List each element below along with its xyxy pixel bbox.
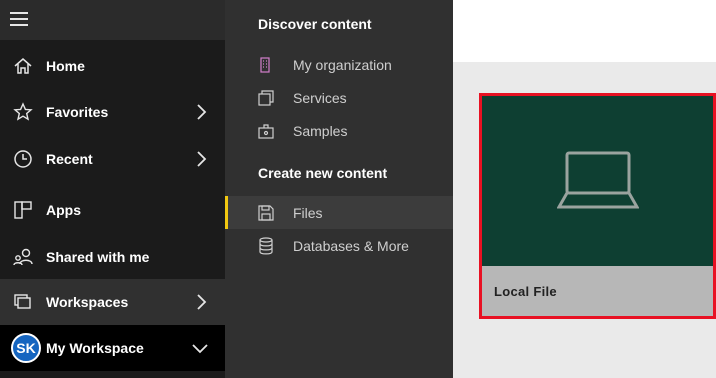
panel-label-databases: Databases & More bbox=[293, 237, 409, 254]
left-nav: Home Favorites Recent Apps Shared with m… bbox=[0, 0, 225, 378]
panel-item-databases[interactable]: Databases & More bbox=[225, 229, 453, 262]
create-heading: Create new content bbox=[258, 165, 388, 181]
nav-item-my-workspace[interactable]: SK My Workspace bbox=[0, 325, 225, 371]
chevron-right-icon[interactable] bbox=[195, 293, 207, 311]
nav-label-favorites: Favorites bbox=[46, 104, 109, 120]
local-file-card[interactable]: Local File bbox=[479, 93, 716, 319]
panel-label-files: Files bbox=[293, 204, 323, 221]
nav-item-favorites[interactable]: Favorites bbox=[0, 89, 225, 135]
panel-item-samples[interactable]: Samples bbox=[225, 114, 453, 147]
nav-label-home: Home bbox=[46, 58, 85, 74]
chevron-down-icon[interactable] bbox=[191, 343, 209, 355]
nav-label-my-workspace: My Workspace bbox=[46, 340, 144, 356]
get-data-panel: Discover content My organization Service… bbox=[225, 0, 453, 378]
card-label: Local File bbox=[494, 283, 557, 299]
laptop-icon bbox=[556, 151, 639, 209]
home-icon bbox=[0, 56, 46, 76]
clock-icon bbox=[0, 149, 46, 169]
workspaces-icon bbox=[0, 292, 46, 312]
panel-item-files[interactable]: Files bbox=[225, 196, 453, 229]
chevron-right-icon[interactable] bbox=[195, 150, 207, 168]
nav-item-shared[interactable]: Shared with me bbox=[0, 234, 225, 280]
nav-label-recent: Recent bbox=[46, 151, 93, 167]
shared-users-icon bbox=[0, 247, 46, 267]
nav-label-apps: Apps bbox=[46, 202, 81, 218]
panel-label-samples: Samples bbox=[293, 122, 348, 139]
services-icon bbox=[225, 89, 293, 106]
main-header-area bbox=[453, 0, 716, 62]
avatar-container: SK bbox=[0, 333, 46, 363]
card-footer: Local File bbox=[482, 266, 713, 316]
panel-item-services[interactable]: Services bbox=[225, 81, 453, 114]
avatar: SK bbox=[11, 333, 41, 363]
nav-label-shared: Shared with me bbox=[46, 249, 150, 265]
nav-item-workspaces[interactable]: Workspaces bbox=[0, 279, 225, 325]
card-tile bbox=[482, 96, 713, 266]
database-icon bbox=[225, 236, 293, 255]
hamburger-menu-icon[interactable] bbox=[10, 12, 28, 26]
nav-label-workspaces: Workspaces bbox=[46, 294, 129, 310]
nav-item-home[interactable]: Home bbox=[0, 43, 225, 89]
building-icon bbox=[225, 56, 293, 73]
panel-label-my-organization: My organization bbox=[293, 56, 392, 73]
nav-item-apps[interactable]: Apps bbox=[0, 187, 225, 233]
save-icon bbox=[225, 204, 293, 221]
nav-item-recent[interactable]: Recent bbox=[0, 136, 225, 182]
panel-label-services: Services bbox=[293, 89, 347, 106]
chevron-right-icon[interactable] bbox=[195, 103, 207, 121]
panel-item-my-organization[interactable]: My organization bbox=[225, 48, 453, 81]
samples-icon bbox=[225, 123, 293, 139]
nav-header bbox=[0, 0, 225, 40]
star-icon bbox=[0, 102, 46, 122]
apps-icon bbox=[0, 200, 46, 220]
discover-heading: Discover content bbox=[258, 16, 372, 32]
